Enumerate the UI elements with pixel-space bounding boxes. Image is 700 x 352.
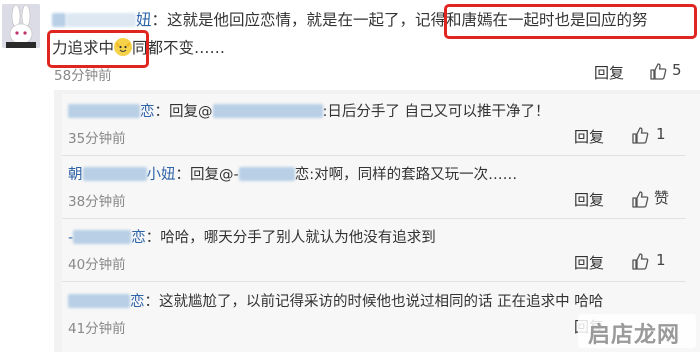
main-comment-text-b: 记得和唐嫣在一起时也是回应的努 — [415, 11, 648, 29]
reply-2-time: 38分钟前 — [68, 194, 126, 210]
thumbs-up-icon — [650, 62, 667, 80]
reply-3-username[interactable]: 恋 — [131, 230, 146, 246]
reply-4-text-b: ：这就尴尬了，以前记得采访的时候他也说过相同的话 正在追求中 哈哈 — [144, 294, 604, 310]
cat-emoji-icon — [114, 38, 133, 56]
main-comment-like-count: 5 — [672, 61, 682, 79]
avatar[interactable] — [2, 4, 40, 48]
username-blur — [52, 13, 66, 27]
main-comment-like-button[interactable]: 5 — [648, 60, 688, 82]
reply-4-username[interactable]: 恋 — [130, 294, 145, 310]
main-comment-text-line2b: 同都不变…… — [132, 39, 226, 57]
reply-1-like-button[interactable]: 1 — [630, 124, 680, 146]
rabbit-avatar-icon — [2, 4, 40, 48]
divider — [62, 281, 686, 282]
reply-1-time: 35分钟前 — [68, 131, 126, 147]
reply-2-text-b: 恋:对啊，同样的套路又玩一次…… — [294, 167, 518, 183]
reply-2-text-a: ：回复@- — [175, 167, 239, 183]
thumbs-up-icon — [632, 190, 649, 208]
reply-3-like-count: 1 — [656, 251, 666, 269]
reply-1-like-count: 1 — [656, 125, 666, 143]
mention-blur — [238, 167, 295, 181]
main-comment-text-a: ：这就是他回应恋情，就是在一起了， — [151, 11, 416, 29]
thumbs-up-icon — [632, 252, 649, 270]
reply-3-time: 40分钟前 — [68, 257, 126, 273]
reply-2-like-label: 赞 — [654, 189, 670, 207]
main-comment-reply-button[interactable]: 回复 — [594, 62, 624, 83]
watermark: 启店龙网 — [578, 314, 696, 348]
watermark-text: 启店龙网 — [588, 323, 681, 348]
reply-2-username[interactable]: 小妞 — [147, 167, 176, 183]
username-blur — [82, 167, 147, 181]
reply-1-reply-button[interactable]: 回复 — [574, 126, 604, 147]
reply-1-text-b: :日后分手了 自己又可以推干净了！ — [322, 104, 550, 120]
thumbs-up-icon — [632, 126, 649, 144]
mention-blur — [212, 104, 323, 118]
username-blur — [68, 294, 130, 308]
reply-4-time: 41分钟前 — [68, 321, 126, 337]
username-blur — [66, 13, 136, 27]
reply-2-username-prefix[interactable]: 朝 — [68, 167, 83, 183]
divider — [62, 155, 686, 156]
username-blur — [68, 104, 140, 118]
username-blur — [73, 230, 132, 244]
reply-3-like-button[interactable]: 1 — [630, 250, 680, 272]
reply-1-username[interactable]: 恋 — [140, 104, 155, 120]
reply-3-text: - 恋：哈哈，哪天分手了别人就认为他没有追求到 — [68, 226, 436, 247]
reply-4-text: 恋：这就尴尬了，以前记得采访的时候他也说过相同的话 正在追求中 哈哈 — [68, 290, 603, 311]
main-comment-text-line2a: 力追求中 — [52, 39, 115, 57]
divider — [62, 218, 686, 219]
main-comment-line1: 妞：这就是他回应恋情，就是在一起了，记得和唐嫣在一起时也是回应的努 — [52, 8, 648, 30]
reply-1-text-a: ：回复@ — [154, 104, 213, 120]
reply-2-reply-button[interactable]: 回复 — [574, 189, 604, 210]
reply-2-like-button[interactable]: 赞 — [630, 187, 686, 209]
main-comment-line2: 力追求中 同都不变…… — [52, 36, 225, 58]
reply-2-text: 朝 小妞：回复@- 恋:对啊，同样的套路又玩一次…… — [68, 163, 517, 184]
main-comment-username[interactable]: 妞 — [136, 11, 152, 29]
reply-1-text: 恋：回复@ :日后分手了 自己又可以推干净了！ — [68, 100, 550, 121]
reply-3-reply-button[interactable]: 回复 — [574, 252, 604, 273]
reply-3-text-b: ：哈哈，哪天分手了别人就认为他没有追求到 — [145, 230, 436, 246]
main-comment-time: 58分钟前 — [54, 68, 112, 84]
